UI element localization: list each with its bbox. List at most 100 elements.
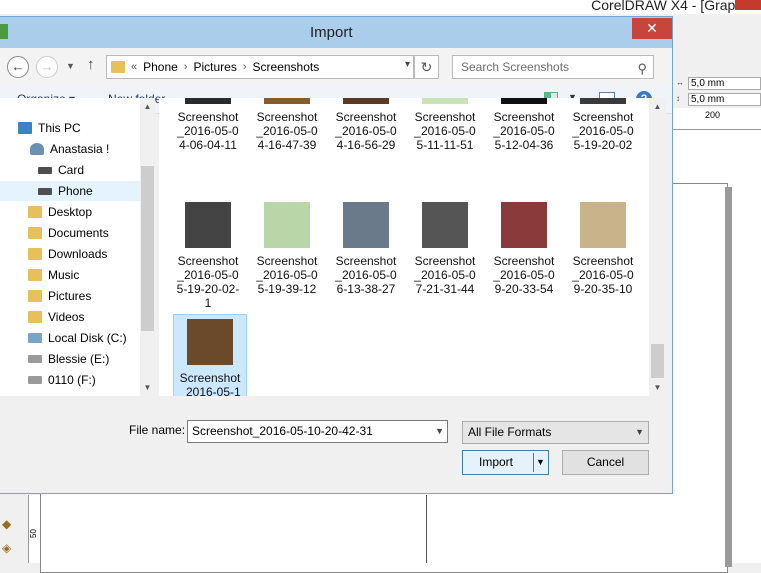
split-divider	[533, 453, 534, 472]
scroll-up-icon[interactable]: ▲	[140, 102, 155, 111]
nav-item[interactable]: Downloads	[28, 244, 107, 264]
ruler-tick-label: 200	[705, 110, 721, 120]
search-input[interactable]: Search Screenshots ⚲	[452, 55, 654, 79]
image-thumbnail	[264, 202, 310, 248]
nav-item[interactable]: Card	[38, 160, 84, 180]
nav-item-label: Music	[48, 268, 80, 282]
file-name-line: 5-19-20-02	[573, 138, 633, 152]
file-name-line: 9-20-33-54	[494, 282, 554, 296]
breadcrumb-phone[interactable]: Phone	[143, 60, 178, 74]
nav-item[interactable]: Desktop	[28, 202, 92, 222]
image-thumbnail	[422, 98, 468, 104]
width-field[interactable]: 5,0 mm	[688, 76, 761, 90]
file-item[interactable]: Screenshot _2016-05-0 5-19-39-12	[249, 202, 325, 296]
folder-icon	[111, 61, 125, 73]
image-thumbnail	[580, 98, 626, 104]
file-type-dropdown-icon[interactable]: ▼	[635, 422, 644, 443]
file-item[interactable]: Screenshot _2016-05-0 6-13-38-27	[328, 202, 404, 296]
nav-item[interactable]: Music	[28, 265, 79, 285]
refresh-icon[interactable]: ↻	[414, 55, 439, 79]
file-name-line: 4-16-47-39	[257, 138, 317, 152]
file-name-line: _2016-05-0	[177, 268, 239, 282]
file-item[interactable]: Screenshot _2016-05-0 4-16-47-39	[249, 98, 325, 152]
nav-scrollbar[interactable]: ▲ ▼	[140, 98, 155, 396]
width-icon: ↔	[676, 78, 684, 87]
image-thumbnail	[422, 202, 468, 248]
app-close-button[interactable]	[735, 0, 761, 10]
file-name-line: 6-13-38-27	[336, 282, 396, 296]
breadcrumb-pictures[interactable]: Pictures	[194, 60, 237, 74]
nav-item[interactable]: This PC	[18, 118, 81, 138]
navigation-pane: This PC Anastasia ! Card Phone Desktop Docume…	[0, 98, 155, 396]
file-item[interactable]: Screenshot _2016-05-0 9-20-33-54	[486, 202, 562, 296]
nav-item-label: Videos	[48, 310, 85, 324]
scroll-down-icon[interactable]: ▼	[650, 383, 665, 392]
file-name-line: 5-11-11-51	[416, 138, 474, 152]
dialog-title-bar: Import ✕	[0, 17, 672, 48]
scroll-down-icon[interactable]: ▼	[140, 383, 155, 392]
horizontal-ruler: 200	[673, 108, 761, 130]
search-icon[interactable]: ⚲	[637, 58, 647, 80]
navigation-bar: ← → ▼ ↑ « Phone › Pictures › Screenshots…	[0, 48, 672, 84]
file-name-line: Screenshot	[177, 110, 239, 124]
nav-item-label: Anastasia !	[50, 142, 110, 156]
forward-arrow-icon[interactable]: →	[36, 56, 58, 78]
image-thumbnail	[264, 98, 310, 104]
folder-icon	[28, 206, 42, 218]
drive-icon	[38, 187, 52, 195]
nav-item[interactable]: Pictures	[28, 286, 91, 306]
back-arrow-icon[interactable]: ←	[7, 56, 29, 78]
file-list-scroll-thumb[interactable]	[651, 344, 664, 378]
file-item[interactable]: Screenshot _2016-05-0 4-16-56-29	[328, 98, 404, 152]
cancel-button[interactable]: Cancel	[562, 450, 649, 475]
nav-item-label: Downloads	[48, 247, 108, 261]
eyedropper-tool-icon[interactable]: ◈	[2, 541, 18, 555]
nav-item-label: Phone	[58, 184, 93, 198]
nav-item[interactable]: Documents	[28, 223, 109, 243]
file-item[interactable]: Screenshot _2016-05-0 4-06-04-11	[170, 98, 246, 152]
address-bar[interactable]: « Phone › Pictures › Screenshots ▾	[106, 55, 414, 79]
file-item[interactable]: Screenshot _2016-05-0 7-21-31-44	[407, 202, 483, 296]
breadcrumb-separator-icon: ›	[242, 61, 247, 73]
file-item[interactable]: Screenshot_2016-05-10-20-42-31	[173, 314, 247, 396]
import-options-dropdown-icon[interactable]: ▼	[536, 451, 545, 474]
file-name-line: 7-21-31-44	[415, 282, 475, 296]
file-name-line: Screenshot	[572, 254, 634, 268]
fill-tool-icon[interactable]: ◆	[2, 517, 18, 531]
address-dropdown-icon[interactable]: ▾	[405, 59, 410, 70]
file-name-line: _2016-05-0	[414, 268, 476, 282]
file-name-line: 9-20-35-10	[573, 282, 633, 296]
nav-item[interactable]: Anastasia !	[30, 139, 109, 159]
file-name-line: Screenshot	[177, 254, 239, 268]
folder-icon	[28, 269, 42, 281]
up-arrow-icon[interactable]: ↑	[87, 56, 95, 73]
file-item[interactable]: Screenshot _2016-05-0 9-20-35-10	[565, 202, 641, 296]
nav-item[interactable]: Videos	[28, 307, 84, 327]
breadcrumb-screenshots[interactable]: Screenshots	[253, 60, 320, 74]
image-thumbnail	[501, 202, 547, 248]
file-name-dropdown-icon[interactable]: ▼	[435, 421, 444, 442]
folder-icon	[28, 227, 42, 239]
file-item[interactable]: Screenshot _2016-05-0 5-12-04-36	[486, 98, 562, 152]
height-field[interactable]: 5,0 mm	[688, 92, 761, 106]
file-item[interactable]: Screenshot _2016-05-0 5-19-20-02- 1	[170, 202, 246, 310]
file-list-scrollbar[interactable]: ▲ ▼	[649, 98, 666, 396]
close-button[interactable]: ✕	[632, 18, 672, 39]
file-item[interactable]: Screenshot _2016-05-0 5-19-20-02	[565, 98, 641, 152]
image-thumbnail	[501, 98, 547, 104]
scroll-up-icon[interactable]: ▲	[650, 102, 665, 111]
breadcrumb-overflow[interactable]: «	[131, 61, 137, 73]
file-name-line: 5-19-20-02-	[176, 282, 240, 296]
file-name-input[interactable]: Screenshot_2016-05-10-20-42-31 ▼	[187, 420, 448, 443]
file-type-select[interactable]: All File Formats ▼	[462, 421, 649, 444]
nav-scroll-thumb[interactable]	[141, 166, 154, 331]
nav-item[interactable]: Blessie (E:)	[28, 349, 109, 369]
nav-item[interactable]: Local Disk (C:)	[28, 328, 127, 348]
user-icon	[30, 143, 44, 155]
recent-dropdown-icon[interactable]: ▼	[66, 61, 75, 71]
nav-item[interactable]: 0110 (F:)	[28, 370, 96, 390]
import-button[interactable]: Import ▼	[462, 450, 549, 475]
file-item[interactable]: Screenshot _2016-05-0 5-11-11-51	[407, 98, 483, 152]
nav-item[interactable]: Phone	[0, 181, 140, 201]
file-name-line: Screenshot	[493, 110, 555, 124]
